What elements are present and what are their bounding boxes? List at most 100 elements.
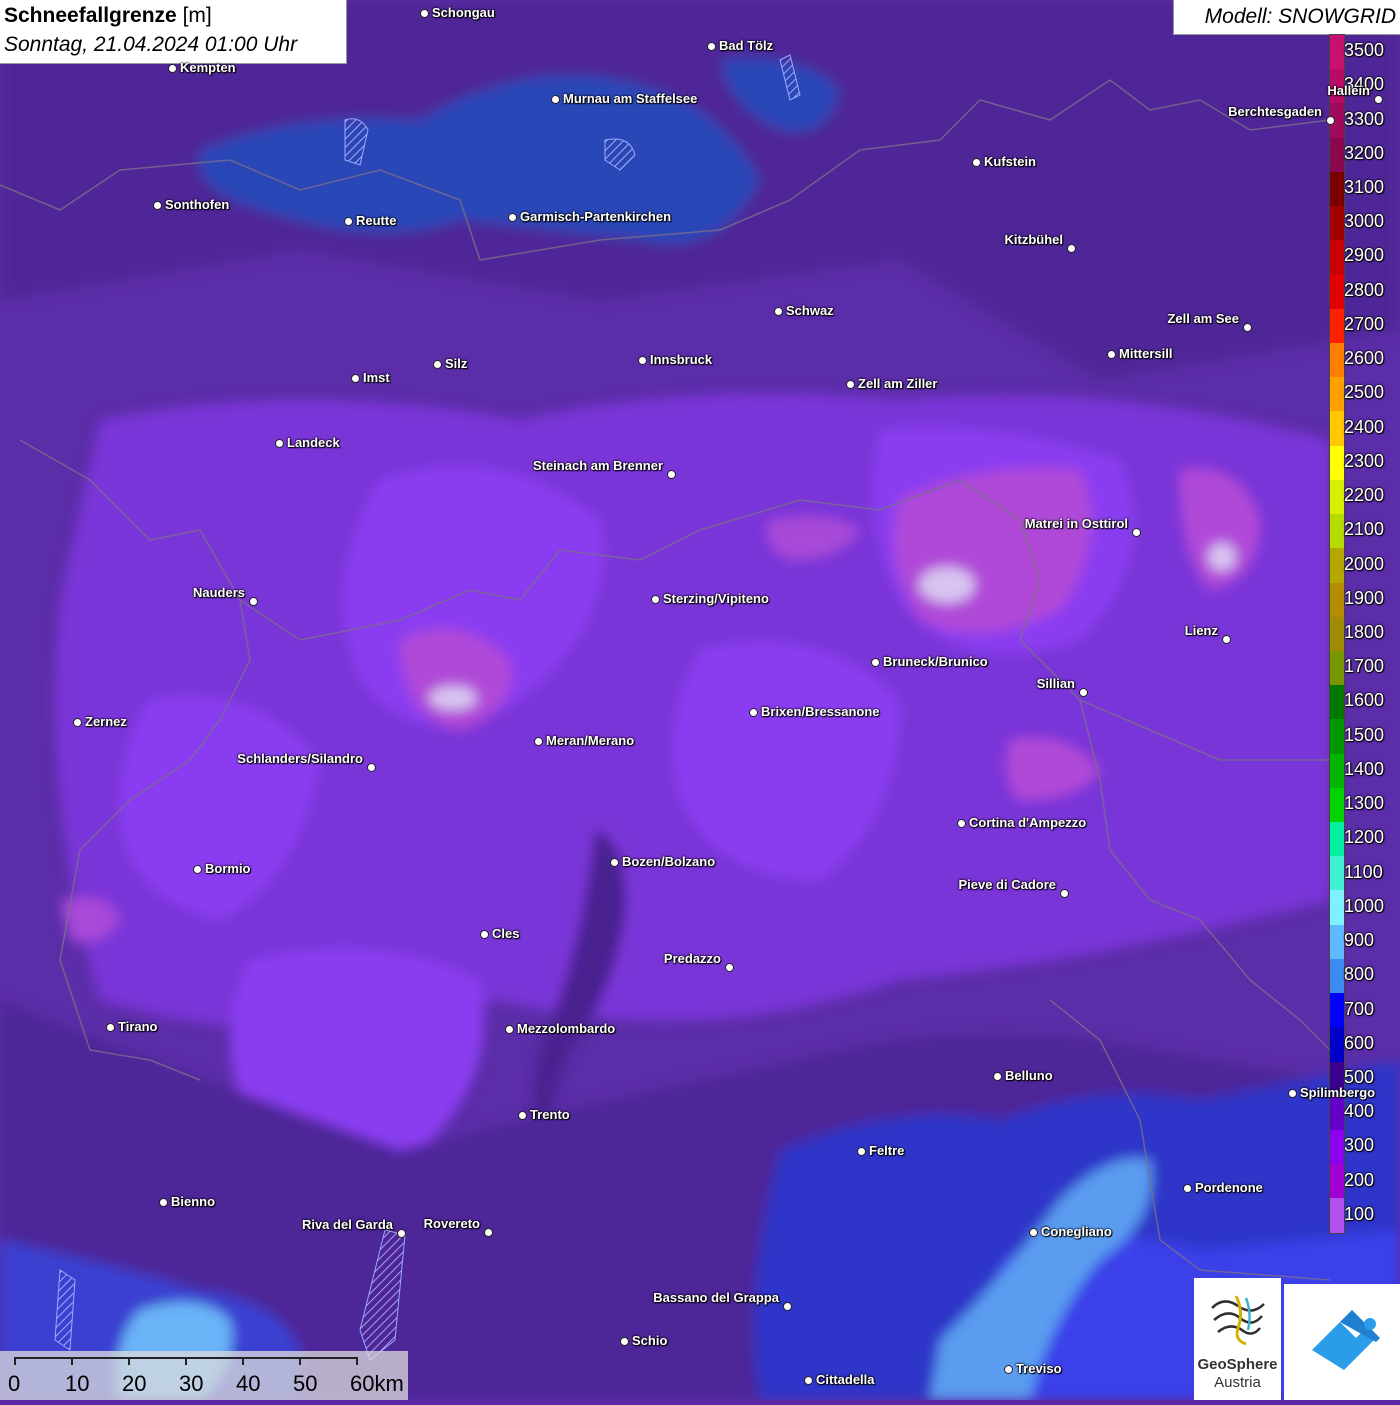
- city-label[interactable]: Bormio: [205, 861, 251, 876]
- city-marker[interactable]: [1079, 688, 1088, 697]
- city-marker[interactable]: [106, 1023, 115, 1032]
- city-label[interactable]: Silz: [445, 356, 467, 371]
- city-label[interactable]: Bozen/Bolzano: [622, 854, 715, 869]
- city-label[interactable]: Predazzo: [664, 951, 721, 966]
- city-label[interactable]: Sterzing/Vipiteno: [663, 591, 769, 606]
- city-marker[interactable]: [1288, 1089, 1297, 1098]
- city-label[interactable]: Cles: [492, 926, 519, 941]
- city-label[interactable]: Schio: [632, 1333, 667, 1348]
- city-label[interactable]: Sillian: [1037, 676, 1075, 691]
- city-label[interactable]: Pordenone: [1195, 1180, 1263, 1195]
- city-marker[interactable]: [1107, 350, 1116, 359]
- city-label[interactable]: Trento: [530, 1107, 570, 1122]
- city-label[interactable]: Meran/Merano: [546, 733, 634, 748]
- city-marker[interactable]: [667, 470, 676, 479]
- city-label[interactable]: Imst: [363, 370, 390, 385]
- city-marker[interactable]: [1326, 116, 1335, 125]
- city-label[interactable]: Kitzbühel: [1005, 232, 1064, 247]
- city-marker[interactable]: [1132, 528, 1141, 537]
- city-label[interactable]: Schongau: [432, 5, 495, 20]
- city-label[interactable]: Conegliano: [1041, 1224, 1112, 1239]
- city-label[interactable]: Cittadella: [816, 1372, 875, 1387]
- city-label[interactable]: Zell am See: [1167, 311, 1239, 326]
- city-label[interactable]: Zell am Ziller: [858, 376, 937, 391]
- city-label[interactable]: Treviso: [1016, 1361, 1062, 1376]
- city-label[interactable]: Spilimbergo: [1300, 1085, 1375, 1100]
- city-marker[interactable]: [193, 865, 202, 874]
- city-marker[interactable]: [480, 930, 489, 939]
- city-label[interactable]: Schlanders/Silandro: [237, 751, 363, 766]
- city-marker[interactable]: [397, 1229, 406, 1238]
- city-marker[interactable]: [153, 201, 162, 210]
- city-label[interactable]: Cortina d'Ampezzo: [969, 815, 1086, 830]
- city-marker[interactable]: [344, 217, 353, 226]
- city-label[interactable]: Nauders: [193, 585, 245, 600]
- city-marker[interactable]: [1183, 1184, 1192, 1193]
- city-marker[interactable]: [1067, 244, 1076, 253]
- city-marker[interactable]: [957, 819, 966, 828]
- city-marker[interactable]: [651, 595, 660, 604]
- city-marker[interactable]: [707, 42, 716, 51]
- city-label[interactable]: Innsbruck: [650, 352, 712, 367]
- city-marker[interactable]: [351, 374, 360, 383]
- city-marker[interactable]: [725, 963, 734, 972]
- city-marker[interactable]: [1374, 95, 1383, 104]
- city-marker[interactable]: [534, 737, 543, 746]
- city-marker[interactable]: [993, 1072, 1002, 1081]
- city-label[interactable]: Murnau am Staffelsee: [563, 91, 697, 106]
- city-label[interactable]: Zernez: [85, 714, 127, 729]
- city-marker[interactable]: [518, 1111, 527, 1120]
- city-label[interactable]: Steinach am Brenner: [533, 458, 663, 473]
- city-label[interactable]: Sonthofen: [165, 197, 229, 212]
- city-marker[interactable]: [275, 439, 284, 448]
- city-marker[interactable]: [551, 95, 560, 104]
- city-marker[interactable]: [1243, 323, 1252, 332]
- city-marker[interactable]: [749, 708, 758, 717]
- city-marker[interactable]: [508, 213, 517, 222]
- city-marker[interactable]: [972, 158, 981, 167]
- city-label[interactable]: Riva del Garda: [302, 1217, 393, 1232]
- city-marker[interactable]: [73, 718, 82, 727]
- city-label[interactable]: Lienz: [1185, 623, 1218, 638]
- city-label[interactable]: Garmisch-Partenkirchen: [520, 209, 671, 224]
- city-label[interactable]: Mezzolombardo: [517, 1021, 615, 1036]
- city-marker[interactable]: [1004, 1365, 1013, 1374]
- city-label[interactable]: Brixen/Bressanone: [761, 704, 880, 719]
- city-label[interactable]: Bruneck/Brunico: [883, 654, 988, 669]
- city-marker[interactable]: [638, 356, 647, 365]
- city-marker[interactable]: [367, 763, 376, 772]
- city-marker[interactable]: [433, 360, 442, 369]
- city-marker[interactable]: [1060, 889, 1069, 898]
- city-label[interactable]: Bassano del Grappa: [653, 1290, 779, 1305]
- city-label[interactable]: Rovereto: [424, 1216, 480, 1231]
- city-marker[interactable]: [783, 1302, 792, 1311]
- city-label[interactable]: Berchtesgaden: [1228, 104, 1322, 119]
- city-label[interactable]: Landeck: [287, 435, 340, 450]
- city-marker[interactable]: [420, 9, 429, 18]
- city-marker[interactable]: [168, 64, 177, 73]
- city-label[interactable]: Mittersill: [1119, 346, 1172, 361]
- city-label[interactable]: Hallein: [1327, 83, 1370, 98]
- city-marker[interactable]: [484, 1228, 493, 1237]
- city-label[interactable]: Belluno: [1005, 1068, 1053, 1083]
- city-label[interactable]: Reutte: [356, 213, 396, 228]
- city-marker[interactable]: [1029, 1228, 1038, 1237]
- city-marker[interactable]: [249, 597, 258, 606]
- city-label[interactable]: Tirano: [118, 1019, 158, 1034]
- city-marker[interactable]: [774, 307, 783, 316]
- city-marker[interactable]: [610, 858, 619, 867]
- city-marker[interactable]: [804, 1376, 813, 1385]
- city-label[interactable]: Pieve di Cadore: [958, 877, 1056, 892]
- city-label[interactable]: Schwaz: [786, 303, 834, 318]
- city-label[interactable]: Bad Tölz: [719, 38, 773, 53]
- city-marker[interactable]: [871, 658, 880, 667]
- city-marker[interactable]: [1222, 635, 1231, 644]
- city-marker[interactable]: [620, 1337, 629, 1346]
- city-label[interactable]: Matrei in Osttirol: [1025, 516, 1128, 531]
- city-marker[interactable]: [857, 1147, 866, 1156]
- city-label[interactable]: Feltre: [869, 1143, 904, 1158]
- city-marker[interactable]: [846, 380, 855, 389]
- city-marker[interactable]: [159, 1198, 168, 1207]
- city-marker[interactable]: [505, 1025, 514, 1034]
- city-label[interactable]: Bienno: [171, 1194, 215, 1209]
